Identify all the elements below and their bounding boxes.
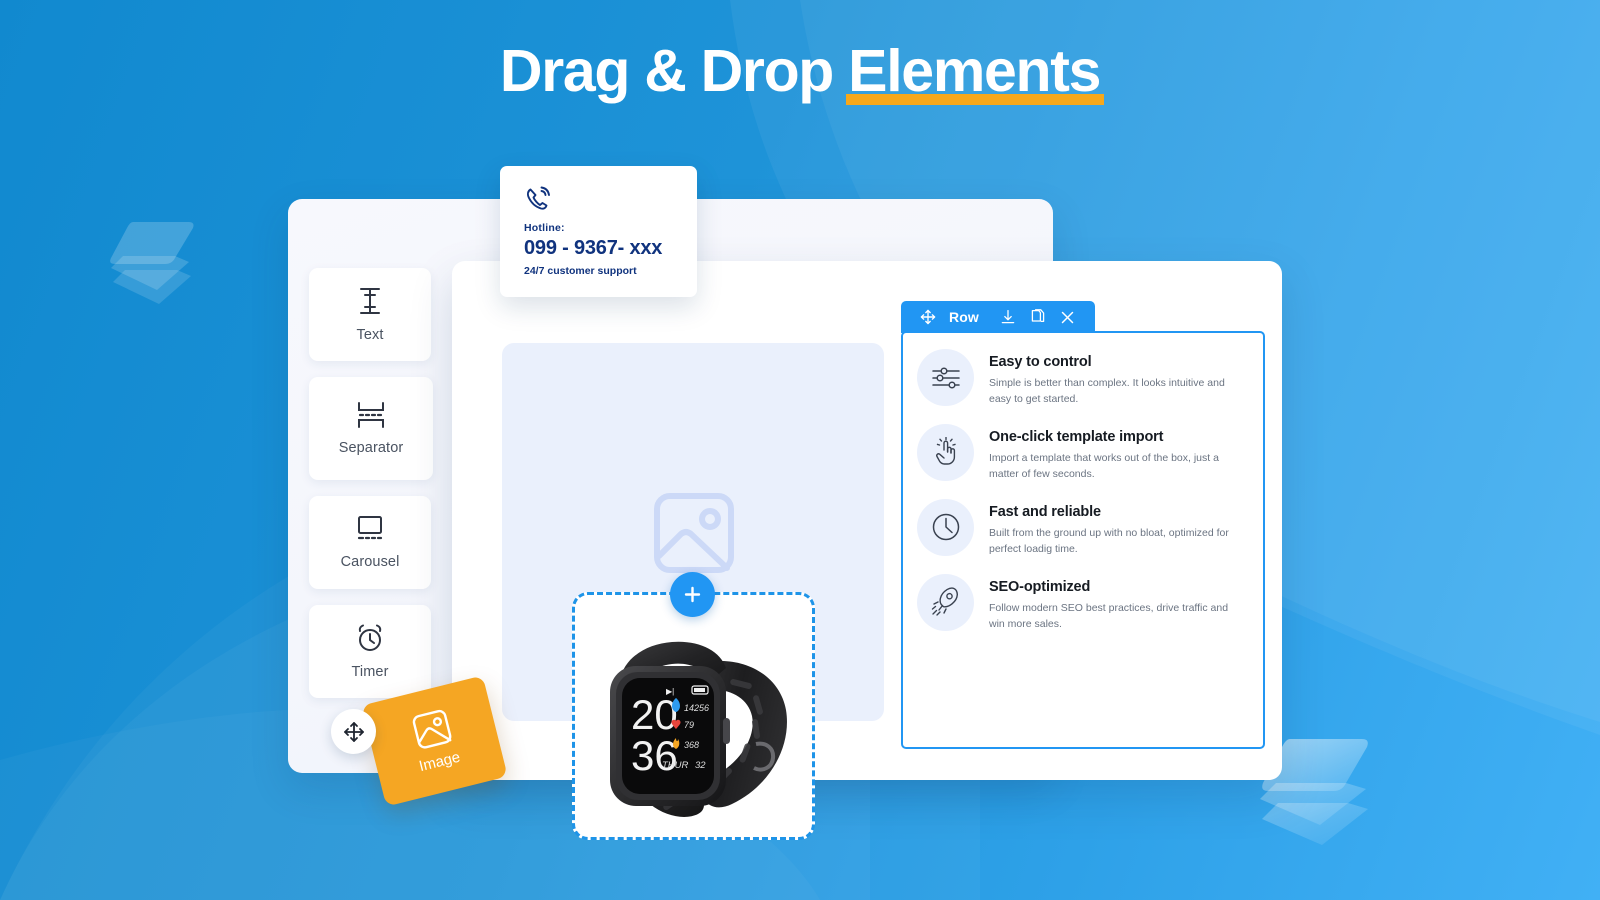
- palette-item-text[interactable]: Text: [309, 268, 431, 361]
- hotline-sub: 24/7 customer support: [524, 265, 637, 277]
- feature-item: SEO-optimized Follow modern SEO best pra…: [917, 573, 1245, 633]
- svg-text:32: 32: [695, 760, 706, 771]
- hotline-label: Hotline:: [524, 222, 565, 234]
- palette-item-label: Separator: [338, 440, 404, 456]
- rocket-icon: [917, 573, 974, 631]
- page-root: Drag & Drop Elements Text Separator Caro…: [0, 0, 1600, 900]
- hotline-card: Hotline: 099 - 9367- xxx 24/7 customer s…: [500, 166, 697, 297]
- close-icon[interactable]: [1053, 301, 1083, 333]
- row-toolbar-label: Row: [949, 309, 979, 325]
- svg-text:14256: 14256: [684, 703, 709, 713]
- feature-item: Easy to control Simple is better than co…: [917, 349, 1245, 408]
- alarm-clock-icon: [355, 623, 385, 653]
- feature-desc: Simple is better than complex. It looks …: [989, 377, 1225, 405]
- drag-tile-label: Image: [417, 748, 462, 776]
- svg-text:36: 36: [631, 732, 678, 779]
- image-placeholder-icon: [653, 492, 735, 574]
- phone-ring-icon: [524, 186, 697, 213]
- image-icon: [410, 708, 454, 752]
- palette-item-label: Text: [356, 327, 384, 343]
- carousel-icon: [354, 515, 386, 543]
- decorative-layers-left: [103, 218, 201, 315]
- copy-icon[interactable]: [1023, 301, 1053, 333]
- svg-text:20: 20: [631, 691, 678, 738]
- feature-title: SEO-optimized: [989, 578, 1091, 595]
- palette-item-label: Carousel: [340, 554, 400, 570]
- palette-item-timer[interactable]: Timer: [309, 605, 431, 698]
- sliders-icon: [917, 349, 974, 406]
- hotline-number: 099 - 9367- xxx: [524, 237, 663, 259]
- feature-title: One-click template import: [989, 428, 1164, 445]
- separator-icon: [355, 401, 387, 429]
- feature-title: Easy to control: [989, 354, 1092, 370]
- row-toolbar: Row: [901, 301, 1095, 333]
- feature-item: One-click template import Import a templ…: [917, 423, 1245, 483]
- drag-handle[interactable]: [331, 709, 376, 754]
- feature-title: Fast and reliable: [989, 503, 1101, 520]
- text-cursor-icon: [357, 286, 383, 316]
- svg-text:THUR: THUR: [662, 760, 689, 771]
- palette-item-separator[interactable]: Separator: [309, 377, 433, 480]
- clock-icon: [917, 498, 974, 556]
- click-hand-icon: [917, 423, 974, 481]
- feature-desc: Built from the ground up with no bloat, …: [989, 526, 1229, 555]
- feature-desc: Follow modern SEO best practices, drive …: [989, 601, 1229, 630]
- palette-item-carousel[interactable]: Carousel: [309, 496, 431, 589]
- svg-text:79: 79: [684, 720, 694, 730]
- download-icon[interactable]: [993, 301, 1023, 333]
- page-title: Drag & Drop Elements: [0, 38, 1600, 106]
- svg-text:▶|: ▶|: [666, 687, 674, 696]
- smartwatch-photo: 20 36 ▶| 14256 79 368 THUR 32: [580, 618, 810, 823]
- feature-item: Fast and reliable Built from the ground …: [917, 498, 1245, 558]
- headline-accent: Elements: [846, 38, 1105, 105]
- element-palette: Text Separator Carousel Timer: [309, 268, 433, 714]
- palette-item-label: Timer: [351, 664, 389, 680]
- move-arrows-icon[interactable]: [913, 301, 943, 333]
- feature-desc: Import a template that works out of the …: [989, 451, 1219, 480]
- feature-row-panel[interactable]: Easy to control Simple is better than co…: [901, 331, 1265, 749]
- svg-text:368: 368: [684, 740, 699, 750]
- add-element-button[interactable]: [670, 572, 715, 617]
- headline-plain: Drag & Drop: [499, 38, 849, 104]
